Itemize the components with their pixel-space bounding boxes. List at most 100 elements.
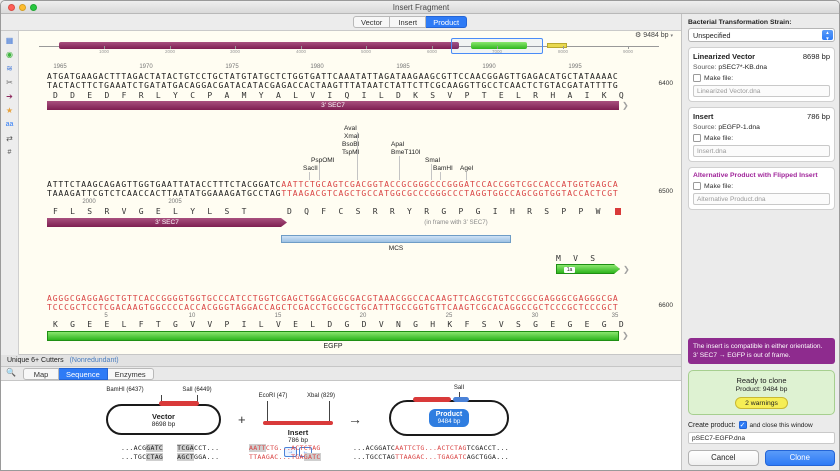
source-value: pEGFP-1.dna — [718, 124, 760, 131]
source-label: Source: — [693, 64, 716, 71]
view-tab-enzymes[interactable]: Enzymes — [108, 368, 154, 380]
overview-tick-label: 6000 — [427, 49, 437, 54]
sequence-view-icon[interactable]: ≋ — [3, 63, 16, 74]
dna-top-strand[interactable]: ATTTCTAAGCAGAGTTGGTGAATTATACCTTTCTACGGAT… — [47, 181, 619, 189]
make-file-checkbox[interactable] — [693, 182, 701, 190]
feature-egfp-start[interactable]: 1a — [556, 264, 620, 274]
codon-ruler-label: 1970 — [139, 64, 152, 70]
enzyme-tick — [431, 164, 432, 180]
site-label-ecori: EcoRI (47) — [259, 393, 288, 399]
tab-vector[interactable]: Vector — [353, 16, 390, 28]
flip-strand-icon[interactable]: ⇄ — [3, 133, 16, 144]
dna-top-strand[interactable]: ATGATGAAGACTTTAGACTATACTGTCCTGCTATGTATGC… — [47, 73, 619, 81]
search-icon[interactable]: 🔍 — [6, 368, 16, 377]
enzyme-label[interactable]: AvaI — [344, 125, 357, 132]
product-shape[interactable]: Product 9484 bp — [389, 400, 509, 436]
view-tab-sequence[interactable]: Sequence — [59, 368, 108, 380]
enzyme-label[interactable]: SacII — [303, 165, 318, 172]
chevron-down-icon: ▾ — [670, 33, 673, 39]
vector-file-input[interactable] — [693, 85, 830, 97]
source-value: pSEC7*-KB.dna — [718, 64, 767, 71]
stop-codon-marker — [615, 208, 621, 215]
enzyme-tick — [319, 164, 320, 180]
site-label-bamhi: BamHI (6437) — [106, 387, 143, 393]
strain-select[interactable]: Unspecified ▲▼ — [688, 28, 835, 42]
feature-sec7[interactable]: 3' SEC7 — [47, 218, 287, 227]
codon-ruler-label: 2000 — [82, 199, 95, 205]
close-window-checkbox[interactable]: ✓ — [739, 421, 747, 429]
vector-cut-segment — [159, 401, 199, 406]
make-file-checkbox[interactable] — [693, 134, 701, 142]
close-window-label: and close this window — [750, 422, 813, 429]
dna-bottom-strand[interactable]: TACTACTTCTGAAATCTGATATGACAGGACGATACATACG… — [47, 82, 619, 90]
box-size: 786 bp — [807, 112, 830, 121]
dna-top-strand[interactable]: AGGGCGAGGAGCTGTTCACCGGGGTGGTGCCCATCCTGGT… — [47, 295, 619, 303]
enzyme-label[interactable]: PspOMI — [311, 157, 334, 164]
feature-egfp[interactable] — [47, 331, 619, 341]
dna-bottom-strand[interactable]: TCCCGCTCCTCGACAAGTGGCCCCACCACGGGTAGGACCA… — [47, 304, 619, 312]
sequence-view: 1000 2000 3000 4000 5000 6000 7000 8000 … — [19, 31, 681, 355]
codon-ruler-label: 1975 — [225, 64, 238, 70]
enzyme-set-bar[interactable]: Unique 6+ Cutters (Nonredundant) — [1, 355, 681, 367]
codon-ruler-label: 5 — [104, 313, 107, 319]
insert-file-input[interactable] — [693, 145, 830, 157]
feature-label: MCS — [389, 245, 403, 252]
make-file-checkbox[interactable] — [693, 74, 701, 82]
codon-number-box: 1a — [564, 267, 575, 273]
enzyme-label[interactable]: ApaI — [391, 141, 404, 148]
feature-continues-icon: ❯ — [622, 331, 629, 340]
product-junction-sequence: ...TGCCTAGTTAAGAC...TGAGATCAGCTGGA... — [353, 453, 509, 461]
box-title: Insert — [693, 112, 713, 121]
translation-row: M V S — [556, 255, 596, 263]
warnings-button[interactable]: 2 warnings — [735, 397, 788, 409]
enzymes-icon[interactable]: ✂ — [3, 77, 16, 88]
insert-sequence-run: AATTCTGCAGTCGACGGTACCGCGGGCCCGGGATCCACCG… — [281, 180, 618, 189]
tab-insert[interactable]: Insert — [390, 16, 426, 28]
enzyme-label[interactable]: BmeT110I — [391, 149, 421, 156]
enzyme-label[interactable]: BamHI — [433, 165, 453, 172]
product-name: Product — [436, 411, 462, 418]
feature-sec7[interactable]: 3' SEC7 — [47, 101, 619, 110]
numbering-icon[interactable]: # — [3, 147, 16, 158]
enzyme-tick — [357, 132, 358, 180]
circular-view-icon[interactable]: ◉ — [3, 49, 16, 60]
clone-button[interactable]: Clone — [765, 450, 836, 466]
overview-sec7-feature[interactable] — [59, 42, 459, 49]
panel-spacer — [688, 210, 835, 332]
box-title: Alternative Product with Flipped Insert — [693, 172, 830, 179]
overview-tick-label: 5000 — [361, 49, 371, 54]
translations-icon[interactable]: aa — [3, 119, 16, 130]
product-egfp-segment — [453, 397, 469, 402]
sequence-length-control[interactable]: ⚙ 9484 bp ▾ — [635, 31, 673, 39]
tab-product[interactable]: Product — [426, 16, 467, 28]
enzyme-tick — [440, 172, 441, 180]
primers-icon[interactable]: ★ — [3, 105, 16, 116]
map-options-icon[interactable]: ▦ — [3, 35, 16, 46]
insert-fragment-shape[interactable] — [263, 421, 333, 425]
codon-ruler-label: 10 — [189, 313, 196, 319]
notice-line: 3' SEC7 → EGFP is out of frame. — [693, 351, 830, 360]
view-tab-map[interactable]: Map — [23, 368, 59, 380]
feature-mcs[interactable] — [281, 235, 511, 243]
codon-ruler-label: 20 — [360, 313, 367, 319]
enzyme-label[interactable]: SmaI — [425, 157, 440, 164]
vector-shape[interactable]: Vector 8698 bp — [106, 404, 221, 435]
overview-egfp-feature[interactable] — [471, 42, 527, 49]
overview-tick-label: 1000 — [99, 49, 109, 54]
strain-value: Unspecified — [693, 31, 731, 40]
overview-misc-feature[interactable] — [547, 43, 567, 48]
alt-file-input[interactable] — [693, 193, 830, 205]
dna-bottom-strand[interactable]: TAAAGATTCGTCTCAACCACTTAATATGGAAAGATGCCTA… — [47, 190, 619, 198]
make-file-label: Make file: — [704, 183, 733, 190]
product-insert-segment — [413, 397, 451, 402]
ready-title: Ready to clone — [693, 376, 830, 385]
features-icon[interactable]: ➔ — [3, 91, 16, 102]
site-label-sali-product: SalI — [454, 385, 464, 391]
codon-ruler-label: 1980 — [310, 64, 323, 70]
cancel-button[interactable]: Cancel — [688, 450, 759, 466]
product-file-input[interactable] — [688, 432, 835, 444]
enzyme-label[interactable]: AgeI — [460, 165, 473, 172]
overview-tick-label: 9000 — [623, 49, 633, 54]
result-arrow: → — [348, 411, 362, 427]
box-title: Linearized Vector — [693, 52, 755, 61]
